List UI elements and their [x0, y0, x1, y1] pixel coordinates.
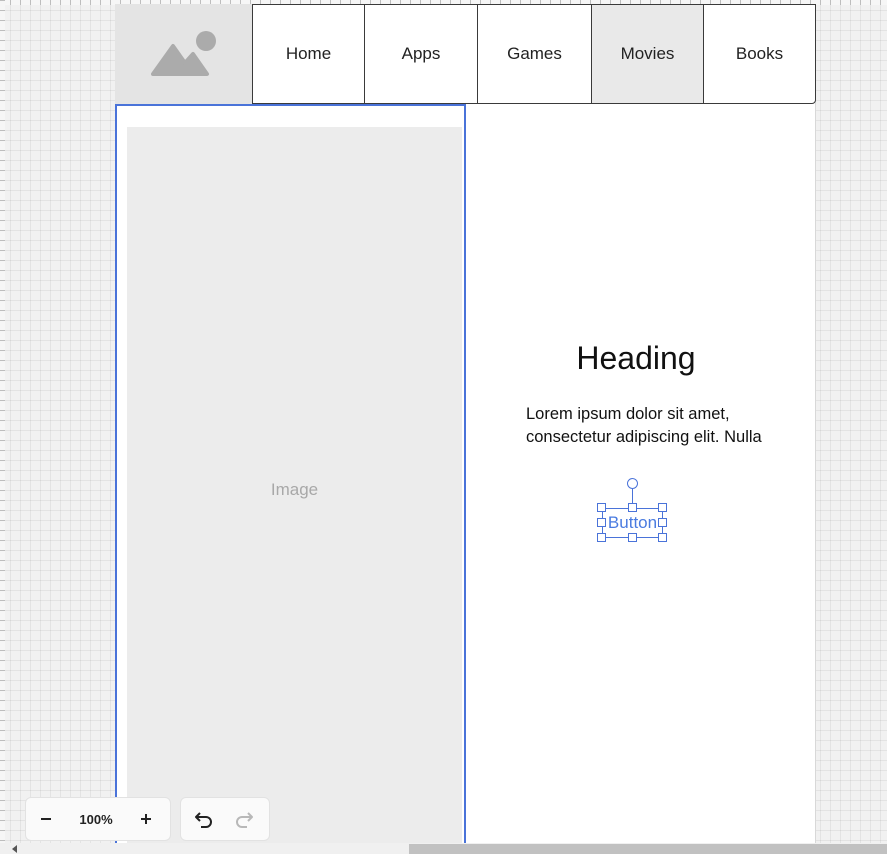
image-panel-selected[interactable]: Image	[115, 104, 466, 854]
image-placeholder[interactable]: Image	[127, 127, 462, 852]
resize-handle-w[interactable]	[597, 518, 606, 527]
resize-handle-s[interactable]	[628, 533, 637, 542]
nav-item-label: Apps	[401, 44, 441, 63]
zoom-in-button[interactable]	[126, 799, 166, 839]
scrollbar-thumb[interactable]	[409, 844, 887, 854]
redo-button[interactable]	[224, 799, 264, 839]
logo-placeholder[interactable]	[115, 4, 252, 104]
image-icon	[150, 31, 216, 76]
zoom-controls: 100%	[25, 797, 171, 841]
scroll-left-arrow-icon[interactable]	[12, 845, 17, 853]
content-body-text[interactable]: Lorem ipsum dolor sit amet, consectetur …	[526, 403, 796, 449]
nav-item-label: Home	[285, 44, 332, 63]
rotate-handle[interactable]	[627, 478, 638, 489]
nav-item-movies[interactable]: Movies	[591, 4, 704, 104]
minus-icon	[41, 818, 51, 820]
nav-item-home[interactable]: Home	[252, 4, 365, 104]
resize-handle-sw[interactable]	[597, 533, 606, 542]
resize-handle-nw[interactable]	[597, 503, 606, 512]
nav-item-label: Games	[507, 44, 562, 63]
content-heading[interactable]: Heading	[466, 340, 806, 377]
undo-icon	[195, 812, 212, 828]
body-text-line: consectetur adipiscing elit. Nulla	[526, 428, 762, 446]
nav-item-label: Movies	[620, 44, 675, 63]
nav-item-books[interactable]: Books	[703, 4, 816, 104]
body-text-line: Lorem ipsum dolor sit amet,	[526, 405, 730, 423]
nav-item-apps[interactable]: Apps	[364, 4, 478, 104]
nav-item-games[interactable]: Games	[477, 4, 592, 104]
resize-handle-ne[interactable]	[658, 503, 667, 512]
redo-icon	[236, 812, 253, 828]
zoom-level[interactable]: 100%	[66, 812, 126, 827]
selected-button-element[interactable]: Button	[597, 478, 667, 542]
plus-icon	[141, 814, 151, 824]
image-placeholder-label: Image	[270, 479, 319, 499]
zoom-out-button[interactable]	[26, 799, 66, 839]
undo-button[interactable]	[184, 799, 224, 839]
left-ruler	[0, 0, 5, 854]
resize-handle-se[interactable]	[658, 533, 667, 542]
resize-handle-n[interactable]	[628, 503, 637, 512]
canvas-edge	[815, 4, 816, 854]
history-controls	[180, 797, 270, 841]
nav-item-label: Books	[735, 44, 784, 63]
resize-handle-e[interactable]	[658, 518, 667, 527]
